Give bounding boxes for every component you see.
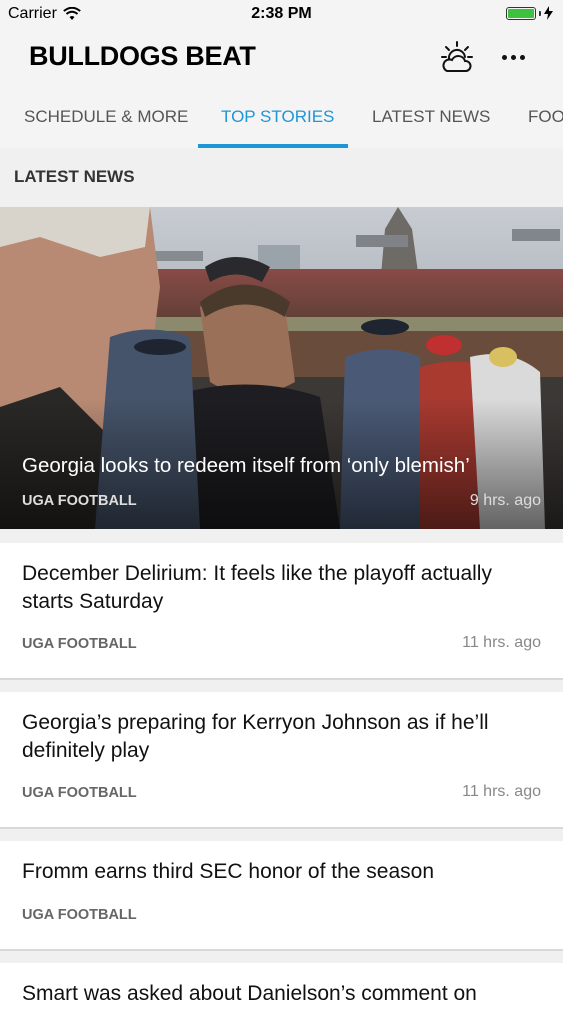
hero-timestamp: 9 hrs. ago	[469, 492, 541, 509]
tab-latest-news[interactable]: LATEST NEWS	[372, 107, 490, 127]
more-button[interactable]	[495, 42, 531, 72]
story-card[interactable]: December Delirium: It feels like the pla…	[0, 543, 563, 680]
more-dot-icon	[510, 54, 516, 60]
story-headline[interactable]: Georgia’s preparing for Kerryon Johnson …	[22, 709, 533, 765]
app-title: BULLDOGS BEAT	[29, 41, 256, 71]
story-headline[interactable]: Fromm earns third SEC honor of the seaso…	[22, 858, 533, 886]
hero-headline[interactable]: Georgia looks to redeem itself from ‘onl…	[22, 454, 543, 478]
story-category: UGA FOOTBALL	[22, 907, 137, 923]
weather-partly-cloudy-icon	[441, 41, 473, 72]
tab-schedule-and-more[interactable]: SCHEDULE & MORE	[24, 107, 188, 127]
story-card[interactable]: Fromm earns third SEC honor of the seaso…	[0, 841, 563, 951]
section-header: LATEST NEWS	[0, 148, 563, 207]
status-bar: Carrier 2:38 PM	[0, 0, 563, 30]
battery-indicator	[506, 6, 553, 20]
battery-icon	[506, 6, 536, 20]
tab-foo[interactable]: FOO	[528, 107, 563, 127]
status-time: 2:38 PM	[251, 5, 312, 22]
tab-top-stories[interactable]: TOP STORIES	[221, 107, 334, 127]
hero-category: UGA FOOTBALL	[22, 493, 137, 509]
story-category: UGA FOOTBALL	[22, 785, 137, 801]
story-card[interactable]: Smart was asked about Danielson’s commen…	[0, 963, 563, 1023]
story-card[interactable]: Georgia’s preparing for Kerryon Johnson …	[0, 692, 563, 829]
app-header: BULLDOGS BEAT	[0, 30, 563, 85]
hero-story[interactable]: Georgia looks to redeem itself from ‘onl…	[0, 207, 563, 529]
story-timestamp: 11 hrs. ago	[462, 783, 541, 800]
more-dot-icon	[501, 54, 507, 60]
category-tabs: SCHEDULE & MORE TOP STORIES LATEST NEWS …	[0, 85, 563, 148]
weather-button[interactable]	[438, 40, 476, 74]
more-dot-icon	[519, 54, 525, 60]
charging-bolt-icon	[544, 6, 553, 20]
story-timestamp: 11 hrs. ago	[462, 634, 541, 651]
section-title: LATEST NEWS	[14, 167, 135, 186]
top-bar: Carrier 2:38 PM BULLDOGS BEAT SCHEDULE &…	[0, 0, 563, 148]
story-category: UGA FOOTBALL	[22, 636, 137, 652]
story-headline[interactable]: Smart was asked about Danielson’s commen…	[22, 980, 533, 1008]
story-headline[interactable]: December Delirium: It feels like the pla…	[22, 560, 533, 616]
